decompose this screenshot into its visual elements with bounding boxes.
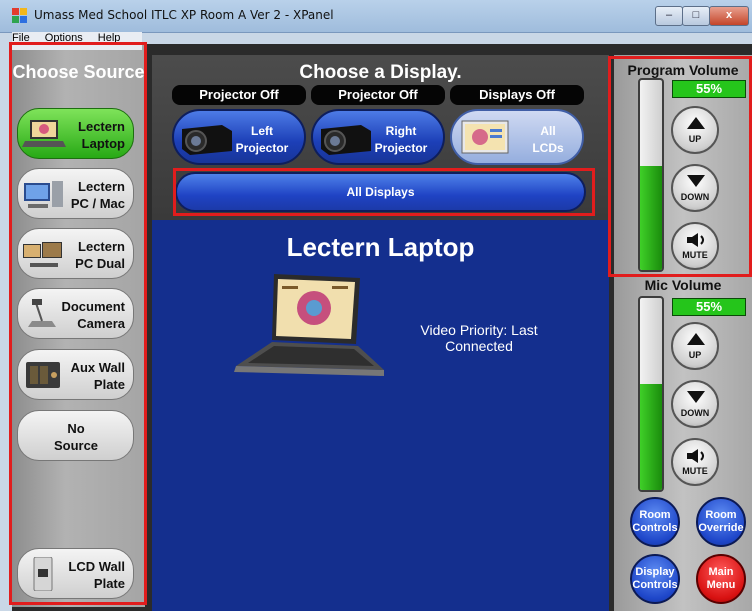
source-label: Lectern Laptop (78, 119, 125, 151)
up-label: UP (688, 134, 702, 144)
all-displays-button[interactable]: All Displays (175, 172, 586, 212)
left-projector-button[interactable]: Left Projector (172, 109, 306, 165)
program-volume-mute-button[interactable]: MUTE (671, 222, 719, 270)
source-button-lectern-laptop[interactable]: Lectern Laptop (17, 108, 134, 159)
minimize-button[interactable]: – (655, 6, 683, 26)
mic-volume-up-button[interactable]: UP (671, 322, 719, 370)
down-label: DOWN (680, 192, 710, 202)
source-button-lectern-pc-mac[interactable]: Lectern PC / Mac (17, 168, 134, 219)
right-projector-label: Right Projector (374, 124, 428, 155)
program-volume-level (640, 165, 662, 270)
mute-label: MUTE (682, 250, 708, 260)
mic-volume-down-button[interactable]: DOWN (671, 380, 719, 428)
source-button-aux-wall-plate[interactable]: Aux Wall Plate (17, 349, 134, 400)
video-priority-text: Video Priority: Last Connected (420, 322, 538, 354)
speaker-icon (687, 449, 704, 463)
program-volume-up-button[interactable]: UP (671, 106, 719, 154)
choose-display-heading: Choose a Display. (299, 62, 462, 83)
app-icon (12, 8, 27, 23)
mic-volume-mute-button[interactable]: MUTE (671, 438, 719, 486)
source-label: No Source (53, 421, 99, 453)
wall-plate-icon (26, 362, 60, 388)
menu-file[interactable]: File (12, 32, 30, 44)
room-override-button[interactable]: Room Override (696, 497, 746, 547)
down-label: DOWN (680, 408, 710, 418)
left-projector-label: Left Projector (235, 124, 289, 155)
program-volume-percent: 55% (672, 80, 746, 98)
down-arrow-icon (687, 391, 705, 403)
current-source-title: Lectern Laptop (286, 232, 475, 262)
up-arrow-icon (687, 333, 705, 345)
source-button-lcd-wall-plate[interactable]: LCD Wall Plate (17, 548, 134, 599)
speaker-icon (687, 233, 704, 247)
mic-volume-level (640, 384, 662, 490)
source-button-lectern-pc-dual[interactable]: Lectern PC Dual (17, 228, 134, 279)
projector-icon (321, 125, 371, 155)
mic-volume-percent: 55% (672, 298, 746, 316)
menu-options[interactable]: Options (45, 32, 83, 44)
source-button-document-camera[interactable]: Document Camera (17, 288, 134, 339)
menu-bar: File Options Help (12, 32, 142, 50)
window-title: Umass Med School ITLC XP Room A Ver 2 - … (34, 8, 334, 22)
program-volume-title: Program Volume (627, 62, 739, 78)
displays-status: Displays Off (450, 85, 584, 105)
mic-volume-meter (638, 296, 664, 492)
desktop-pc-icon (24, 181, 63, 208)
source-button-no-source[interactable]: No Source (17, 410, 134, 461)
dual-pc-icon (23, 242, 62, 267)
choose-source-heading: Choose Source (12, 62, 145, 82)
mic-volume-title: Mic Volume (644, 277, 722, 293)
down-arrow-icon (687, 175, 705, 187)
laptop-icon (22, 120, 66, 147)
all-lcds-label: All LCDs (532, 124, 564, 155)
display-controls-button[interactable]: Display Controls (630, 554, 680, 604)
program-volume-down-button[interactable]: DOWN (671, 164, 719, 212)
main-menu-button[interactable]: Main Menu (696, 554, 746, 604)
source-label: Lectern PC / Mac (70, 179, 125, 211)
menu-help[interactable]: Help (98, 32, 121, 44)
room-controls-button[interactable]: Room Controls (630, 497, 680, 547)
laptop-image (234, 274, 384, 376)
mute-label: MUTE (682, 466, 708, 476)
right-projector-status: Projector Off (311, 85, 445, 105)
lcd-icon (461, 120, 509, 154)
source-label: Aux Wall Plate (70, 360, 125, 392)
projector-icon (182, 125, 232, 155)
source-label: Lectern PC Dual (75, 239, 125, 271)
maximize-button[interactable]: □ (682, 6, 710, 26)
close-button[interactable]: x (709, 6, 749, 26)
all-lcds-button[interactable]: All LCDs (450, 109, 584, 165)
program-volume-meter (638, 78, 664, 272)
source-label: LCD Wall Plate (68, 559, 125, 591)
up-label: UP (688, 350, 702, 360)
source-label: Document Camera (61, 299, 125, 331)
left-projector-status: Projector Off (172, 85, 306, 105)
right-projector-button[interactable]: Right Projector (311, 109, 445, 165)
up-arrow-icon (687, 117, 705, 129)
